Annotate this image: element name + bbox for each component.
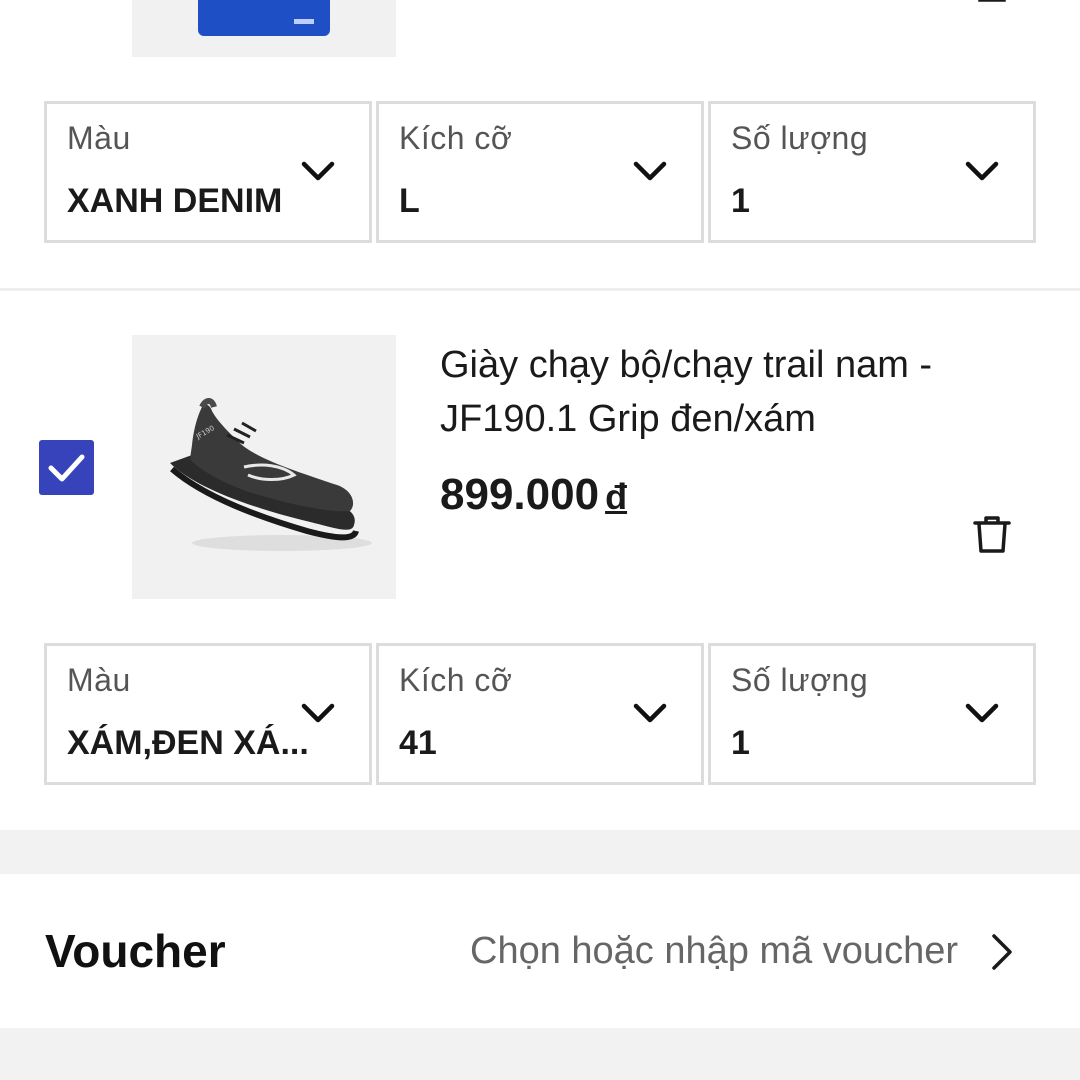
- section-spacer: [0, 830, 1080, 874]
- shoe-image: JF190: [170, 398, 372, 551]
- chevron-right-icon: [992, 934, 1012, 970]
- color-select-value: XANH DENIM: [67, 182, 283, 220]
- item-1-options: Màu XANH DENIM Kích cỡ L Số lượng 1: [44, 101, 1036, 243]
- chevron-down-icon: [965, 703, 999, 723]
- price-currency: đ: [605, 476, 628, 517]
- product-title-line-2: JF190.1 Grip đen/xám: [440, 398, 816, 440]
- size-select-label: Kích cỡ: [399, 662, 513, 698]
- color-select-label: Màu: [67, 662, 131, 698]
- quantity-select-value: 1: [731, 724, 750, 762]
- chevron-down-icon: [633, 161, 667, 181]
- section-spacer: [0, 1028, 1080, 1080]
- shirt-tag-graphic: [294, 19, 314, 24]
- color-select-value: XÁM,ĐEN XÁ...: [67, 724, 309, 762]
- product-price: 899.000 đ: [440, 470, 627, 520]
- quantity-select-label: Số lượng: [731, 662, 869, 698]
- check-icon: [48, 454, 85, 482]
- voucher-hint: Chọn hoặc nhập mã voucher: [470, 930, 958, 972]
- color-select[interactable]: Màu XANH DENIM: [44, 101, 372, 243]
- voucher-row[interactable]: Voucher Chọn hoặc nhập mã voucher: [0, 874, 1080, 1028]
- quantity-select[interactable]: Số lượng 1: [708, 101, 1036, 243]
- product-thumbnail-denim-shirt[interactable]: [132, 0, 396, 57]
- chevron-down-icon: [965, 161, 999, 181]
- item-divider: [0, 288, 1080, 291]
- price-amount: 899.000: [440, 470, 600, 519]
- color-select[interactable]: Màu XÁM,ĐEN XÁ...: [44, 643, 372, 785]
- quantity-select-value: 1: [731, 182, 750, 220]
- size-select-value: L: [399, 182, 420, 220]
- size-select-value: 41: [399, 724, 437, 762]
- quantity-select-label: Số lượng: [731, 120, 869, 156]
- size-select[interactable]: Kích cỡ 41: [376, 643, 704, 785]
- voucher-label: Voucher: [45, 925, 226, 977]
- item-2-options: Màu XÁM,ĐEN XÁ... Kích cỡ 41 Số lượng 1: [44, 643, 1036, 785]
- size-select-label: Kích cỡ: [399, 120, 513, 156]
- trash-icon[interactable]: [975, 0, 1009, 10]
- item-select-checkbox[interactable]: [39, 440, 94, 495]
- product-title-line-1: Giày chạy bộ/chạy trail nam -: [440, 344, 933, 386]
- chevron-down-icon: [301, 161, 335, 181]
- color-select-label: Màu: [67, 120, 131, 156]
- size-select[interactable]: Kích cỡ L: [376, 101, 704, 243]
- product-thumbnail-trail-shoe[interactable]: JF190: [132, 335, 396, 599]
- trash-icon[interactable]: [972, 514, 1012, 554]
- shirt-image: [198, 0, 330, 36]
- chevron-down-icon: [633, 703, 667, 723]
- product-title[interactable]: Giày chạy bộ/chạy trail nam - JF190.1 Gr…: [440, 338, 1040, 446]
- quantity-select[interactable]: Số lượng 1: [708, 643, 1036, 785]
- chevron-down-icon: [301, 703, 335, 723]
